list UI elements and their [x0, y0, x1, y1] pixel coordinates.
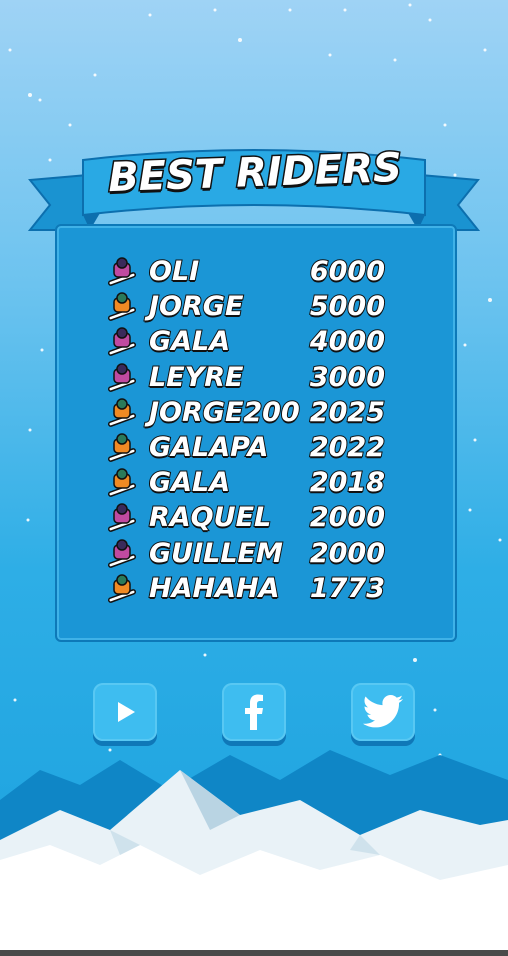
rider-name: GUILLEM: [148, 537, 284, 569]
orange-rider-icon: [107, 573, 137, 603]
rider-name: GALA: [148, 326, 231, 358]
orange-rider-icon: [107, 292, 137, 322]
rider-score: 2000: [309, 502, 386, 534]
leaderboard-row: OLI 6000: [105, 255, 395, 290]
rider-score: 2025: [309, 396, 386, 428]
rider-name: GALA: [148, 467, 231, 499]
rider-score: 2018: [309, 467, 386, 499]
leaderboard-row: JORGE 5000: [105, 290, 395, 325]
leaderboard-row: RAQUEL 2000: [105, 501, 395, 536]
rider-name: JORGE: [148, 291, 244, 323]
rider-score: 4000: [309, 326, 386, 358]
purple-rider-icon: [107, 257, 137, 286]
purple-rider-icon: [107, 503, 137, 533]
orange-rider-icon: [107, 433, 137, 462]
rider-score: 5000: [309, 291, 386, 323]
rider-name: GALAPA: [148, 431, 269, 463]
rider-name: RAQUEL: [148, 502, 272, 534]
rider-name: JORGE200: [148, 396, 301, 428]
leaderboard-list: OLI 6000 JORGE 5000 GALA 4000 LEYRE 3000…: [105, 255, 395, 607]
facebook-button[interactable]: [222, 683, 286, 741]
rider-name: HAHAHA: [148, 572, 280, 604]
leaderboard-row: HAHAHA 1773: [105, 572, 395, 607]
leaderboard-row: GALA 4000: [105, 325, 395, 360]
play-icon: [118, 702, 135, 722]
rider-score: 2000: [309, 537, 386, 569]
rider-score: 2022: [309, 431, 386, 463]
facebook-icon: [245, 694, 263, 730]
leaderboard-row: GALA 2018: [105, 466, 395, 501]
rider-score: 6000: [309, 256, 386, 288]
purple-rider-icon: [107, 327, 137, 357]
play-button[interactable]: [93, 683, 157, 741]
twitter-button[interactable]: [351, 683, 415, 741]
leaderboard-row: LEYRE 3000: [105, 361, 395, 396]
purple-rider-icon: [107, 362, 137, 392]
leaderboard-row: JORGE200 2025: [105, 396, 395, 431]
leaderboard-row: GUILLEM 2000: [105, 537, 395, 572]
rider-score: 1773: [309, 572, 386, 604]
rider-name: LEYRE: [148, 361, 244, 393]
orange-rider-icon: [107, 468, 137, 497]
twitter-icon: [363, 695, 403, 728]
purple-rider-icon: [107, 538, 137, 568]
leaderboard-row: GALAPA 2022: [105, 431, 395, 466]
orange-rider-icon: [107, 398, 137, 427]
rider-score: 3000: [309, 361, 386, 393]
system-nav-bar: [0, 950, 508, 956]
rider-name: OLI: [148, 256, 200, 288]
snowy-mountains: [0, 750, 508, 950]
